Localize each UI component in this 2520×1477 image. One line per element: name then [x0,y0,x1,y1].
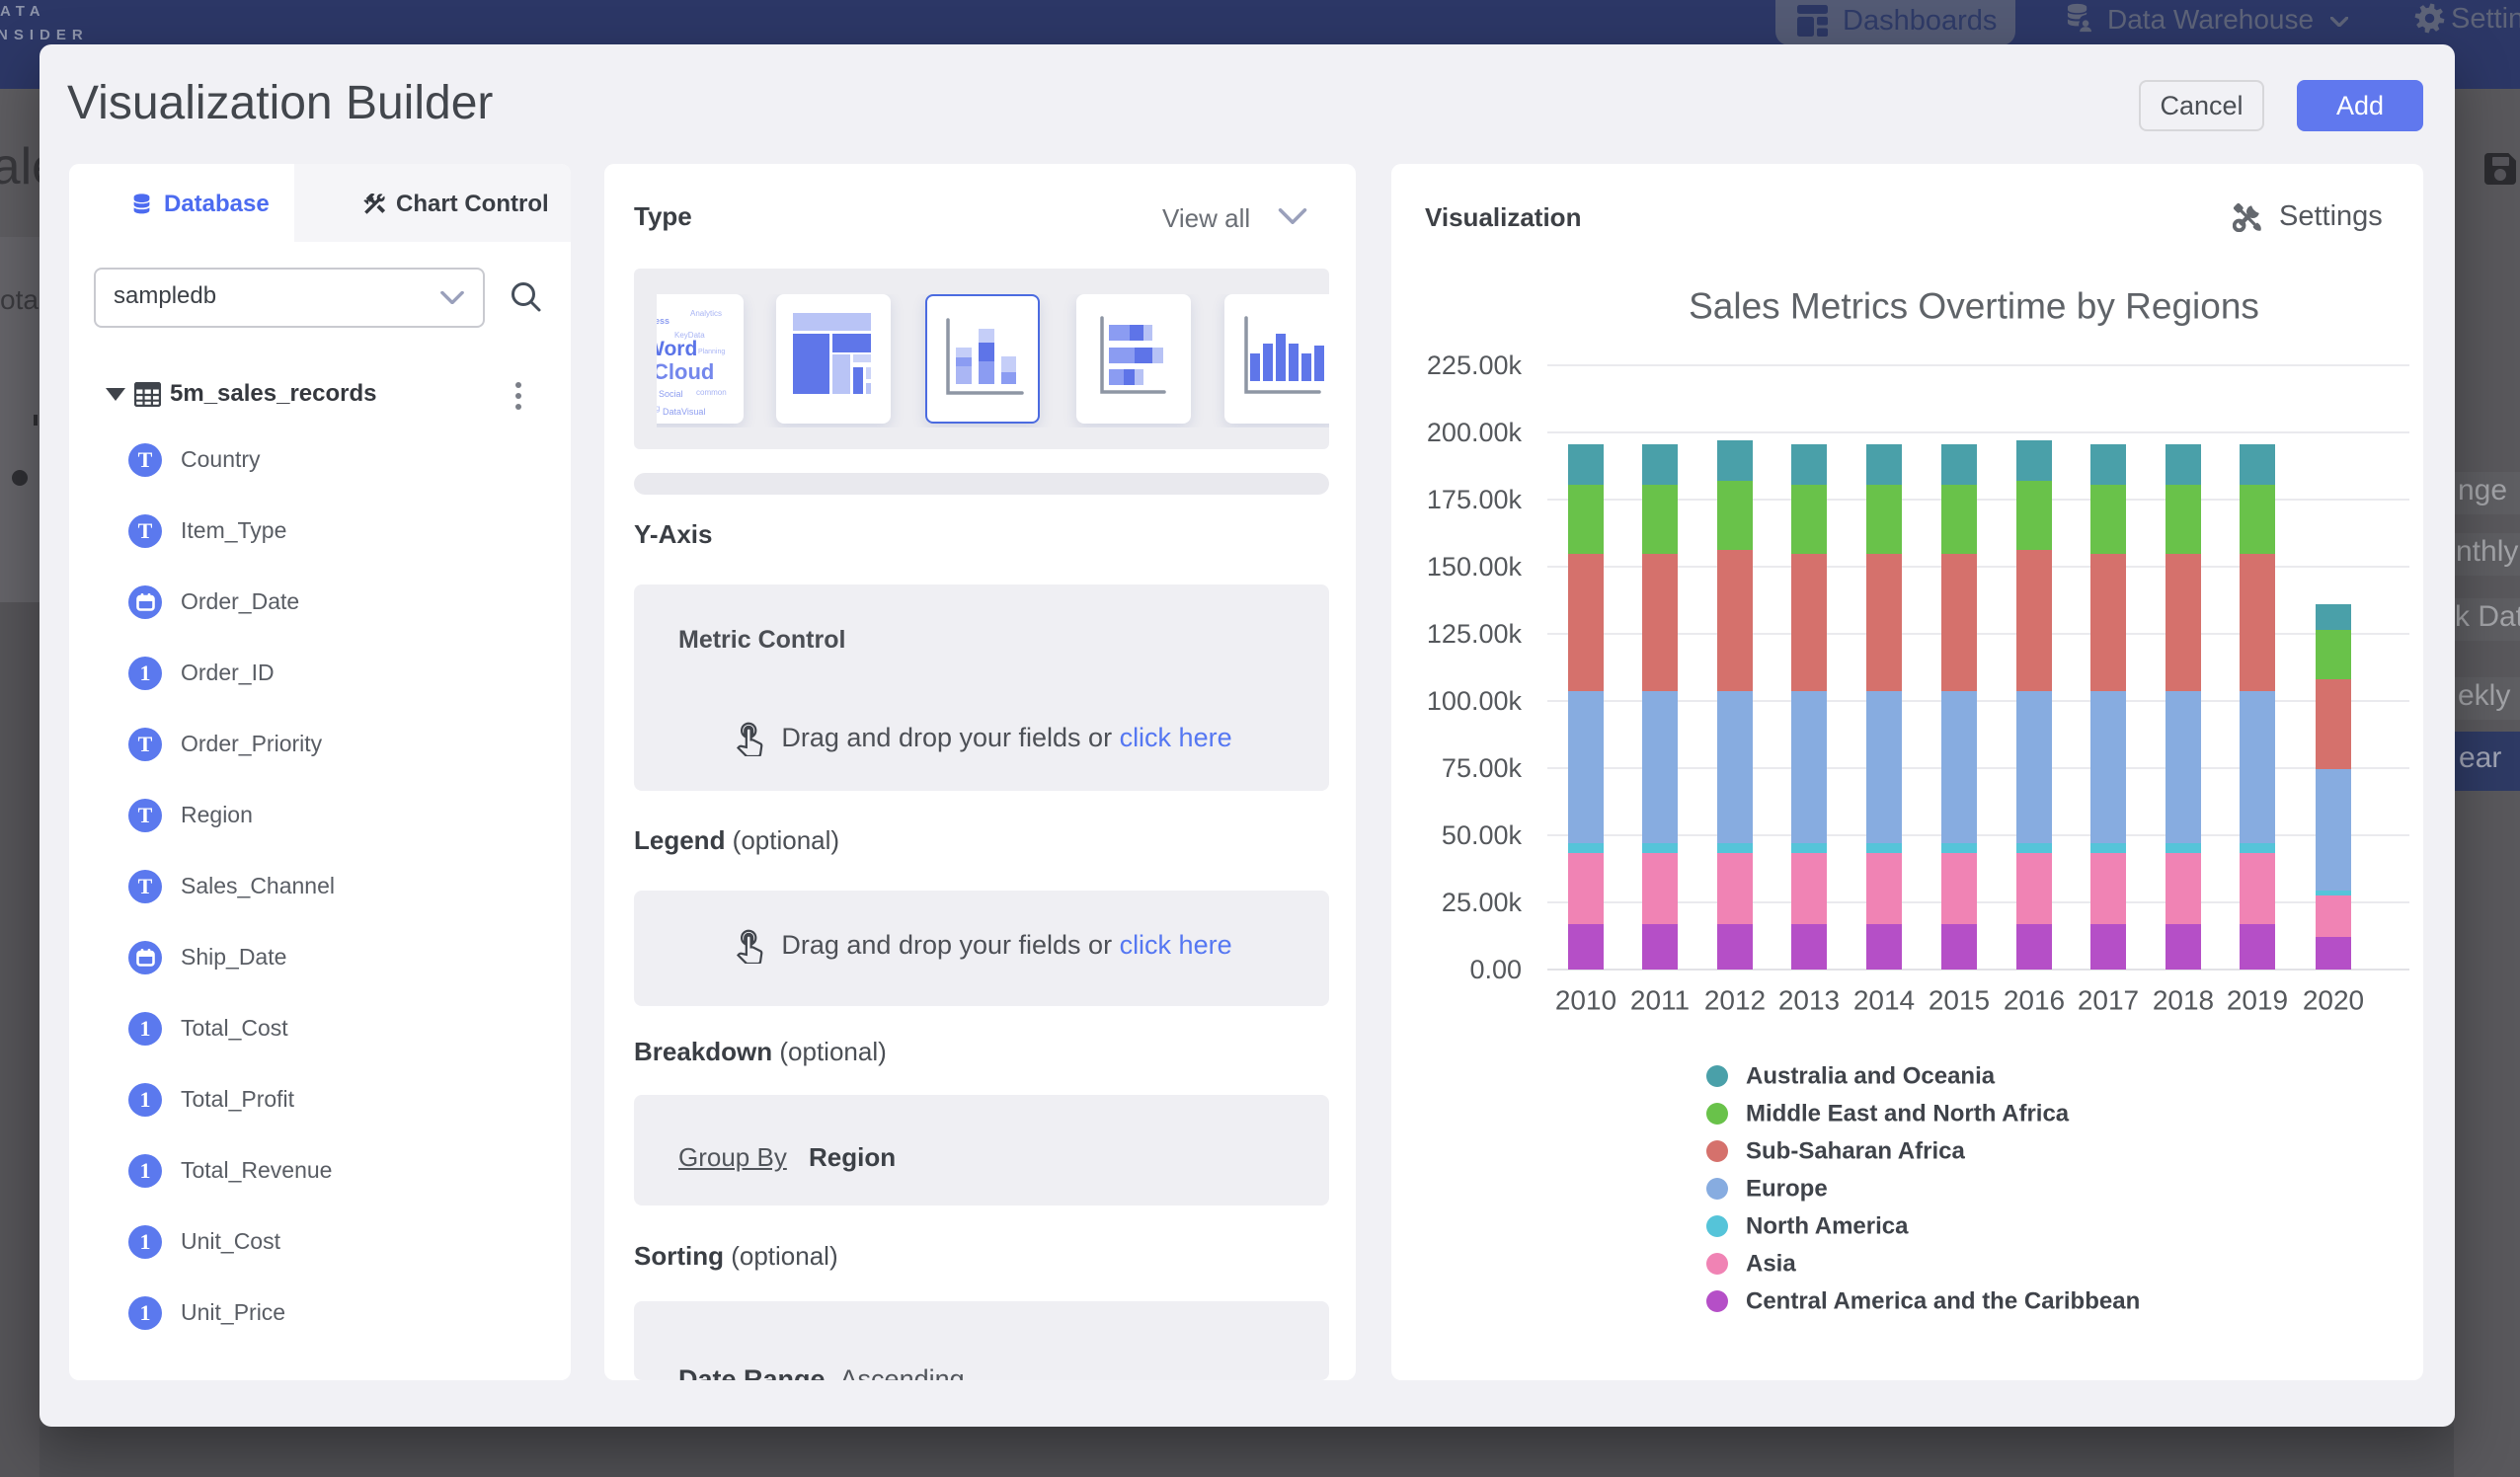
svg-text:Central America and the Caribb: Central America and the Caribbean [1746,1288,2140,1315]
svg-text:Asia: Asia [1746,1251,1796,1278]
svg-text:Australia and Oceania: Australia and Oceania [1746,1063,1996,1090]
svg-text:North America: North America [1746,1213,1909,1240]
svg-text:2013: 2013 [1778,985,1840,1016]
svg-text:Sub-Saharan Africa: Sub-Saharan Africa [1746,1138,1965,1165]
svg-text:175.00k: 175.00k [1427,485,1523,514]
svg-text:2020: 2020 [2303,985,2364,1016]
svg-text:Sales Metrics Overtime by Regi: Sales Metrics Overtime by Regions [1689,286,2259,327]
svg-text:Europe: Europe [1746,1176,1828,1203]
svg-text:ming: ming [657,404,660,413]
svg-text:200.00k: 200.00k [1427,418,1523,447]
svg-text:2012: 2012 [1704,985,1766,1016]
svg-text:100.00k: 100.00k [1427,686,1523,716]
svg-text:75.00k: 75.00k [1442,753,1523,783]
svg-text:0.00: 0.00 [1469,955,1522,984]
svg-text:Word: Word [657,338,697,360]
svg-text:25.00k: 25.00k [1442,888,1523,917]
svg-text:iness: iness [657,316,669,326]
svg-text:Planning: Planning [698,349,725,355]
svg-text:125.00k: 125.00k [1427,619,1523,649]
svg-text:2016: 2016 [2004,985,2065,1016]
svg-text:2017: 2017 [2078,985,2139,1016]
svg-text:Cloud: Cloud [657,359,714,384]
svg-text:DataVisual: DataVisual [663,407,705,417]
svg-text:Social: Social [659,389,683,399]
svg-text:2010: 2010 [1555,985,1616,1016]
svg-text:Analytics: Analytics [690,309,722,318]
svg-text:2018: 2018 [2153,985,2214,1016]
svg-text:2019: 2019 [2227,985,2288,1016]
svg-text:common: common [696,388,727,397]
svg-text:2015: 2015 [1929,985,1990,1016]
svg-text:2014: 2014 [1853,985,1915,1016]
svg-text:225.00k: 225.00k [1427,350,1523,380]
svg-text:150.00k: 150.00k [1427,552,1523,582]
svg-text:50.00k: 50.00k [1442,820,1523,850]
svg-text:Middle East and North Africa: Middle East and North Africa [1746,1101,2070,1127]
svg-text:2011: 2011 [1630,985,1690,1016]
